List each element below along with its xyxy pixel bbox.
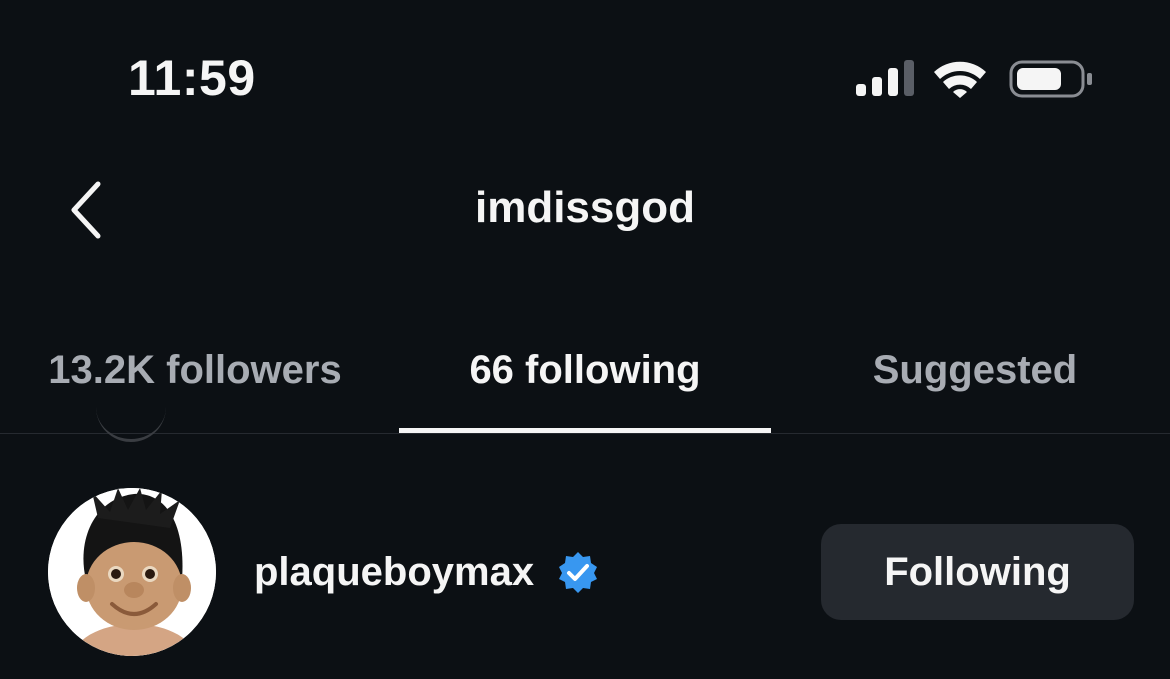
status-time: 11:59 — [128, 50, 256, 106]
tab-followers[interactable]: 13.2K followers — [0, 340, 390, 400]
cellular-signal-icon — [856, 60, 914, 96]
partial-avatar — [96, 405, 166, 442]
tab-following[interactable]: 66 following — [399, 340, 771, 400]
following-button[interactable]: Following — [821, 524, 1134, 620]
list-item[interactable]: plaqueboymax Following — [0, 488, 1170, 658]
username[interactable]: plaqueboymax — [254, 546, 534, 598]
page-title: imdissgod — [474, 183, 696, 232]
divider — [0, 433, 1170, 434]
avatar[interactable] — [48, 488, 216, 656]
tab-suggested[interactable]: Suggested — [790, 340, 1160, 400]
verified-badge-icon — [559, 552, 597, 593]
wifi-icon — [934, 61, 986, 98]
battery-icon — [1009, 60, 1092, 98]
tab-bar: 13.2K followers 66 following Suggested — [0, 330, 1170, 434]
status-icons — [850, 58, 1095, 102]
troll-doll-avatar-image — [48, 488, 216, 656]
